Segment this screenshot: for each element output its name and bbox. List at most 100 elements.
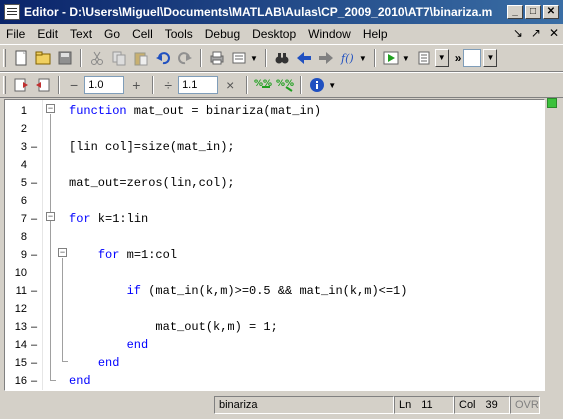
code-line[interactable] <box>69 300 544 318</box>
code-line[interactable]: [lin col]=size(mat_in); <box>69 138 544 156</box>
executable-line-marker[interactable]: – <box>27 318 41 336</box>
print-icon[interactable] <box>207 48 227 68</box>
code-line[interactable] <box>69 120 544 138</box>
chevron-down-icon[interactable]: ▼ <box>328 81 336 90</box>
evaluate-advance-icon[interactable]: %% <box>275 75 295 95</box>
executable-line-marker[interactable] <box>27 156 41 174</box>
cell-toolbar: − + ÷ × %% %% ▼ <box>0 72 563 98</box>
line-number: 3– <box>5 138 42 156</box>
undock-icon[interactable]: ↘ <box>513 26 523 40</box>
toolbar-overflow-icon[interactable]: » <box>455 51 462 65</box>
chevron-down-icon[interactable]: ▼ <box>483 49 498 67</box>
code-line[interactable]: for k=1:lin <box>69 210 544 228</box>
layout-box[interactable] <box>463 49 482 67</box>
open-file-icon[interactable] <box>33 48 53 68</box>
executable-line-marker[interactable] <box>27 264 41 282</box>
svg-text:%%: %% <box>276 79 294 89</box>
code-text: mat_out(k,m) = 1; <box>69 320 278 334</box>
code-line[interactable]: end <box>69 354 544 372</box>
cut-icon[interactable] <box>87 48 107 68</box>
code-line[interactable]: end <box>69 336 544 354</box>
close-document-icon[interactable]: ✕ <box>549 26 559 40</box>
menu-edit[interactable]: Edit <box>31 27 64 41</box>
stack-icon[interactable] <box>229 48 249 68</box>
chevron-down-icon[interactable]: ▼ <box>359 54 367 63</box>
code-line[interactable] <box>69 228 544 246</box>
executable-line-marker[interactable] <box>27 192 41 210</box>
redo-icon[interactable] <box>175 48 195 68</box>
executable-line-marker[interactable] <box>27 228 41 246</box>
executable-line-marker[interactable]: – <box>27 372 41 390</box>
chevron-down-icon[interactable]: ▼ <box>250 54 258 63</box>
menu-text[interactable]: Text <box>64 27 98 41</box>
line-number-value: 3 <box>20 141 27 153</box>
menu-file[interactable]: File <box>0 27 31 41</box>
fold-toggle-for-m[interactable]: − <box>58 248 67 257</box>
executable-line-marker[interactable]: – <box>27 354 41 372</box>
executable-line-marker[interactable]: – <box>27 138 41 156</box>
fold-toggle-function[interactable]: − <box>46 104 55 113</box>
code-line[interactable]: for m=1:col <box>69 246 544 264</box>
code-line[interactable] <box>69 264 544 282</box>
menu-desktop[interactable]: Desktop <box>246 27 302 41</box>
code-folding-gutter[interactable]: − − − <box>43 100 68 390</box>
code-line[interactable]: if (mat_in(k,m)>=0.5 && mat_in(k,m)<=1) <box>69 282 544 300</box>
divide-button[interactable]: ÷ <box>164 77 172 93</box>
status-bar: binariza Ln 11 Col 39 OVR <box>0 393 563 417</box>
executable-line-marker[interactable]: – <box>27 210 41 228</box>
code-line[interactable]: mat_out=zeros(lin,col); <box>69 174 544 192</box>
function-icon[interactable]: f() <box>338 48 358 68</box>
run-icon[interactable] <box>381 48 401 68</box>
menu-cell[interactable]: Cell <box>126 27 159 41</box>
toolbar-grip[interactable] <box>3 49 6 67</box>
find-icon[interactable] <box>272 48 292 68</box>
executable-line-marker[interactable]: – <box>27 174 41 192</box>
code-line[interactable]: mat_out(k,m) = 1; <box>69 318 544 336</box>
toolbar-grip[interactable] <box>3 76 6 94</box>
chevron-down-icon[interactable]: ▼ <box>402 54 410 63</box>
save-icon[interactable] <box>55 48 75 68</box>
forward-icon[interactable] <box>316 48 336 68</box>
evaluate-cell-icon[interactable]: %% <box>253 75 273 95</box>
analysis-status-indicator[interactable] <box>547 98 557 108</box>
minimize-button[interactable]: _ <box>507 5 523 19</box>
menu-tools[interactable]: Tools <box>159 27 199 41</box>
info-icon[interactable] <box>307 75 327 95</box>
insert-cell-icon[interactable] <box>11 75 31 95</box>
fold-toggle-for-k[interactable]: − <box>46 212 55 221</box>
menu-help[interactable]: Help <box>357 27 394 41</box>
executable-line-marker[interactable] <box>27 300 41 318</box>
code-line[interactable]: end <box>69 372 544 390</box>
increment-button[interactable]: + <box>132 77 140 93</box>
executable-line-marker[interactable] <box>27 120 41 138</box>
multiply-button[interactable]: × <box>226 77 234 93</box>
menu-debug[interactable]: Debug <box>199 27 246 41</box>
remove-cell-icon[interactable] <box>33 75 53 95</box>
copy-icon[interactable] <box>109 48 129 68</box>
paste-icon[interactable] <box>131 48 151 68</box>
code-line[interactable] <box>69 156 544 174</box>
maximize-button[interactable]: □ <box>525 5 541 19</box>
code-text-area[interactable]: function mat_out = binariza(mat_in) [lin … <box>69 100 544 390</box>
scale-value-input[interactable] <box>178 76 219 94</box>
executable-line-marker[interactable]: – <box>27 282 41 300</box>
code-line[interactable] <box>69 192 544 210</box>
executable-line-marker[interactable]: – <box>27 246 41 264</box>
menu-go[interactable]: Go <box>98 27 126 41</box>
undo-icon[interactable] <box>153 48 173 68</box>
close-button[interactable]: ✕ <box>543 5 559 19</box>
chevron-down-icon[interactable]: ▼ <box>434 49 449 67</box>
decrement-button[interactable]: − <box>70 77 78 93</box>
increment-value-input[interactable] <box>84 76 125 94</box>
editor-app-icon <box>4 4 20 20</box>
line-number: 9– <box>5 246 42 264</box>
breakpoint-icon[interactable] <box>414 48 434 68</box>
menu-window[interactable]: Window <box>302 27 357 41</box>
back-icon[interactable] <box>294 48 314 68</box>
code-line[interactable]: function mat_out = binariza(mat_in) <box>69 102 544 120</box>
new-file-icon[interactable] <box>11 48 31 68</box>
executable-line-marker[interactable] <box>27 102 41 120</box>
code-editor[interactable]: 1 2 3–4 5–6 7–8 9–10 11–12 13–14–15–16– − − − f… <box>4 99 545 391</box>
executable-line-marker[interactable]: – <box>27 336 41 354</box>
dock-icon[interactable]: ↗ <box>531 26 541 40</box>
